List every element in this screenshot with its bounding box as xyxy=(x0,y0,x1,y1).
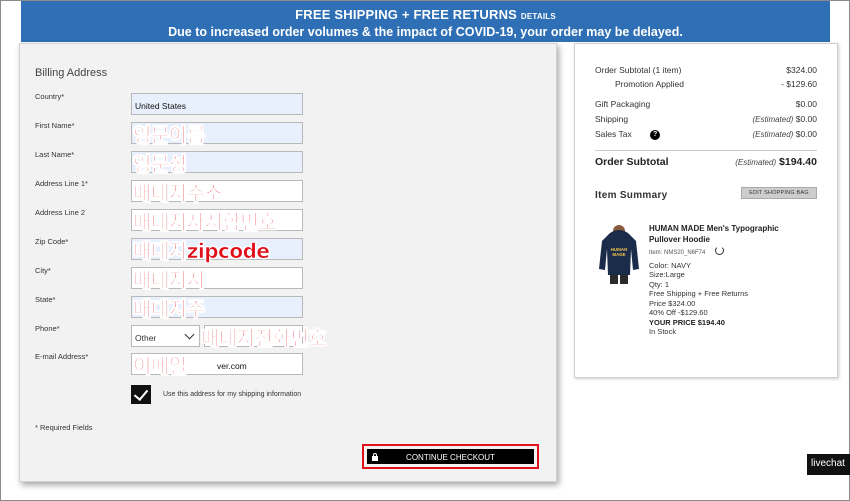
product-color: Color: NAVY xyxy=(649,261,691,270)
product-qty: Qty: 1 xyxy=(649,280,670,289)
order-subtotal-value: $194.40 xyxy=(779,156,817,168)
same-shipping-checkbox[interactable] xyxy=(131,385,151,404)
shipping-row: Shipping (Estimated) $0.00 xyxy=(595,114,817,124)
billing-title: Billing Address xyxy=(35,67,108,79)
promo-label: Promotion Applied xyxy=(615,79,684,89)
livechat-button[interactable]: livechat xyxy=(807,454,850,475)
subtotal-row: Order Subtotal (1 item) $324.00 xyxy=(595,65,817,75)
same-shipping-label: Use this address for my shipping informa… xyxy=(163,391,302,398)
phone-type-select[interactable]: Other xyxy=(131,325,200,347)
tax-label: Sales Tax xyxy=(595,129,632,139)
first-name-label: First Name* xyxy=(35,121,75,130)
first-name-annotation: 영문이름 xyxy=(133,123,206,148)
email-annotation: 이메일 xyxy=(133,354,188,379)
last-name-annotation: 영문성 xyxy=(133,152,188,177)
continue-checkout-button[interactable]: CONTINUE CHECKOUT xyxy=(367,449,534,464)
country-field[interactable]: United States xyxy=(131,93,303,115)
address2-annotation: 배대지사서함번호 xyxy=(133,210,277,235)
order-subtotal-label: Order Subtotal xyxy=(595,156,669,168)
gift-row: Gift Packaging $0.00 xyxy=(595,99,817,109)
gift-value: $0.00 xyxy=(795,99,817,109)
subtotal-label: Order Subtotal (1 item) xyxy=(595,65,682,75)
continue-checkout-label: CONTINUE CHECKOUT xyxy=(406,453,495,462)
product-thumbnail[interactable]: HUMAN MADE xyxy=(596,223,642,285)
state-label: State* xyxy=(35,295,56,304)
product-your-price: YOUR PRICE $194.40 xyxy=(649,318,725,327)
details-link[interactable]: DETAILS xyxy=(521,12,556,21)
promo-value: - $129.60 xyxy=(781,79,817,89)
banner-headline-line: FREE SHIPPING + FREE RETURNS DETAILS xyxy=(21,7,830,22)
order-subtotal-row: Order Subtotal (Estimated) $194.40 xyxy=(595,156,817,168)
email-label: E-mail Address* xyxy=(35,352,89,361)
banner-headline: FREE SHIPPING + FREE RETURNS xyxy=(295,7,518,22)
city-label: City* xyxy=(35,266,51,275)
page-frame: FREE SHIPPING + FREE RETURNS DETAILS Due… xyxy=(0,0,850,501)
shipping-estimated: (Estimated) xyxy=(752,115,794,124)
item-summary-title: Item Summary xyxy=(595,190,668,201)
product-shipping: Free Shipping + Free Returns xyxy=(649,289,749,298)
hoodie-image: HUMAN MADE xyxy=(599,225,639,284)
country-label: Country* xyxy=(35,92,65,101)
order-summary-panel: Order Subtotal (1 item) $324.00 Promotio… xyxy=(574,43,838,378)
product-discount: 40% Off -$129.60 xyxy=(649,308,708,317)
address1-annotation: 배대지주소 xyxy=(133,181,224,206)
summary-divider xyxy=(595,150,817,151)
address2-label: Address Line 2 xyxy=(35,208,86,217)
refresh-icon[interactable] xyxy=(715,246,724,255)
tax-value: $0.00 xyxy=(795,129,817,139)
product-code: Item: NMS20_N6F74 xyxy=(649,250,706,256)
chevron-down-icon xyxy=(184,329,195,340)
zip-label: Zip Code* xyxy=(35,237,69,246)
product-stock: In Stock xyxy=(649,327,677,336)
phone-type-value: Other xyxy=(135,333,157,343)
promo-row: Promotion Applied - $129.60 xyxy=(615,79,817,89)
phone-annotation: 배대지전화번호 xyxy=(201,326,327,351)
edit-shopping-bag-button[interactable]: EDIT SHOPPING BAG xyxy=(741,187,817,199)
product-size: Size:Large xyxy=(649,270,685,279)
tax-row: Sales Tax ? (Estimated) $0.00 xyxy=(595,129,817,140)
billing-panel: Billing Address Country* United States F… xyxy=(19,43,557,482)
tax-estimated: (Estimated) xyxy=(752,130,794,139)
banner-notice: Due to increased order volumes & the imp… xyxy=(168,25,683,39)
last-name-label: Last Name* xyxy=(35,150,75,159)
promo-banner[interactable]: FREE SHIPPING + FREE RETURNS DETAILS Due… xyxy=(21,1,830,42)
zip-annotation: 배대지zipcode xyxy=(133,239,271,264)
shipping-value: $0.00 xyxy=(795,114,817,124)
product-name-link[interactable]: HUMAN MADE Men's Typographic Pullover Ho… xyxy=(649,223,799,245)
phone-label: Phone* xyxy=(35,324,60,333)
city-annotation: 배대지시 xyxy=(133,268,206,293)
continue-highlight: CONTINUE CHECKOUT xyxy=(362,444,539,469)
help-icon[interactable]: ? xyxy=(650,129,661,140)
lock-icon xyxy=(372,453,378,461)
svg-text:MADE: MADE xyxy=(612,252,625,257)
state-annotation: 배대지주 xyxy=(133,297,206,322)
address1-label: Address Line 1* xyxy=(35,179,88,188)
product-price: Price $324.00 xyxy=(649,299,696,308)
subtotal-value: $324.00 xyxy=(786,65,817,75)
shipping-label: Shipping xyxy=(595,114,629,124)
required-fields-note: * Required Fields xyxy=(35,423,93,432)
order-subtotal-estimated: (Estimated) xyxy=(735,158,777,167)
gift-label: Gift Packaging xyxy=(595,99,651,109)
